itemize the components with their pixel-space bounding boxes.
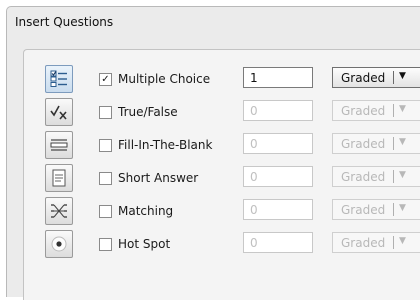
hot-spot-icon[interactable]: [45, 230, 73, 258]
dropdown-separator: [393, 170, 394, 183]
true-false-icon[interactable]: [45, 98, 73, 126]
hot-spot-count-input[interactable]: 0: [243, 232, 313, 253]
short-answer-grading-dropdown[interactable]: Graded ▼: [332, 166, 420, 187]
multiple-choice-icon[interactable]: [45, 65, 73, 93]
question-types-panel: ✓ Multiple Choice 1 Graded ▼ True/False …: [23, 49, 420, 300]
grading-value: Graded: [341, 137, 386, 151]
short-answer-icon[interactable]: [45, 164, 73, 192]
matching-label: Matching: [118, 204, 174, 218]
multiple-choice-label: Multiple Choice: [118, 72, 211, 86]
dropdown-arrow-icon: ▼: [399, 71, 406, 81]
dialog-title: Insert Questions: [15, 15, 114, 29]
fill-in-the-blank-count-input[interactable]: 0: [243, 133, 313, 154]
checkmark-icon: ✓: [101, 73, 110, 85]
grading-value: Graded: [341, 170, 386, 184]
insert-questions-dialog: Insert Questions ✓ Multiple Choice 1 Gra…: [6, 6, 420, 300]
grading-value: Graded: [341, 71, 386, 85]
true-false-label: True/False: [118, 105, 178, 119]
hot-spot-label: Hot Spot: [118, 237, 171, 251]
question-row-short-answer: Short Answer 0 Graded ▼: [24, 164, 420, 194]
short-answer-checkbox[interactable]: [99, 172, 112, 185]
matching-count-input[interactable]: 0: [243, 199, 313, 220]
true-false-grading-dropdown[interactable]: Graded ▼: [332, 100, 420, 121]
dropdown-arrow-icon: ▼: [399, 137, 406, 147]
dropdown-arrow-icon: ▼: [399, 236, 406, 246]
fill-in-the-blank-icon[interactable]: [45, 131, 73, 159]
multiple-choice-grading-dropdown[interactable]: Graded ▼: [332, 67, 420, 88]
fill-in-the-blank-label: Fill-In-The-Blank: [118, 138, 213, 152]
true-false-checkbox[interactable]: [99, 106, 112, 119]
dropdown-arrow-icon: ▼: [399, 104, 406, 114]
dropdown-separator: [393, 104, 394, 117]
short-answer-count-input[interactable]: 0: [243, 166, 313, 187]
dropdown-separator: [393, 203, 394, 216]
question-row-true-false: True/False 0 Graded ▼: [24, 98, 420, 128]
hot-spot-grading-dropdown[interactable]: Graded ▼: [332, 232, 420, 253]
true-false-count-input[interactable]: 0: [243, 100, 313, 121]
question-row-multiple-choice: ✓ Multiple Choice 1 Graded ▼: [24, 65, 420, 95]
multiple-choice-checkbox[interactable]: ✓: [99, 73, 112, 86]
dropdown-arrow-icon: ▼: [399, 170, 406, 180]
dropdown-separator: [393, 236, 394, 249]
dropdown-separator: [393, 71, 394, 84]
hot-spot-checkbox[interactable]: [99, 238, 112, 251]
question-row-hot-spot: Hot Spot 0 Graded ▼: [24, 230, 420, 260]
matching-icon[interactable]: [45, 197, 73, 225]
multiple-choice-count-input[interactable]: 1: [243, 67, 313, 88]
grading-value: Graded: [341, 203, 386, 217]
dropdown-arrow-icon: ▼: [399, 203, 406, 213]
matching-grading-dropdown[interactable]: Graded ▼: [332, 199, 420, 220]
question-row-matching: Matching 0 Graded ▼: [24, 197, 420, 227]
short-answer-label: Short Answer: [118, 171, 199, 185]
fill-in-the-blank-grading-dropdown[interactable]: Graded ▼: [332, 133, 420, 154]
matching-checkbox[interactable]: [99, 205, 112, 218]
grading-value: Graded: [341, 104, 386, 118]
dropdown-separator: [393, 137, 394, 150]
question-row-fill-in-the-blank: Fill-In-The-Blank 0 Graded ▼: [24, 131, 420, 161]
fill-in-the-blank-checkbox[interactable]: [99, 139, 112, 152]
grading-value: Graded: [341, 236, 386, 250]
